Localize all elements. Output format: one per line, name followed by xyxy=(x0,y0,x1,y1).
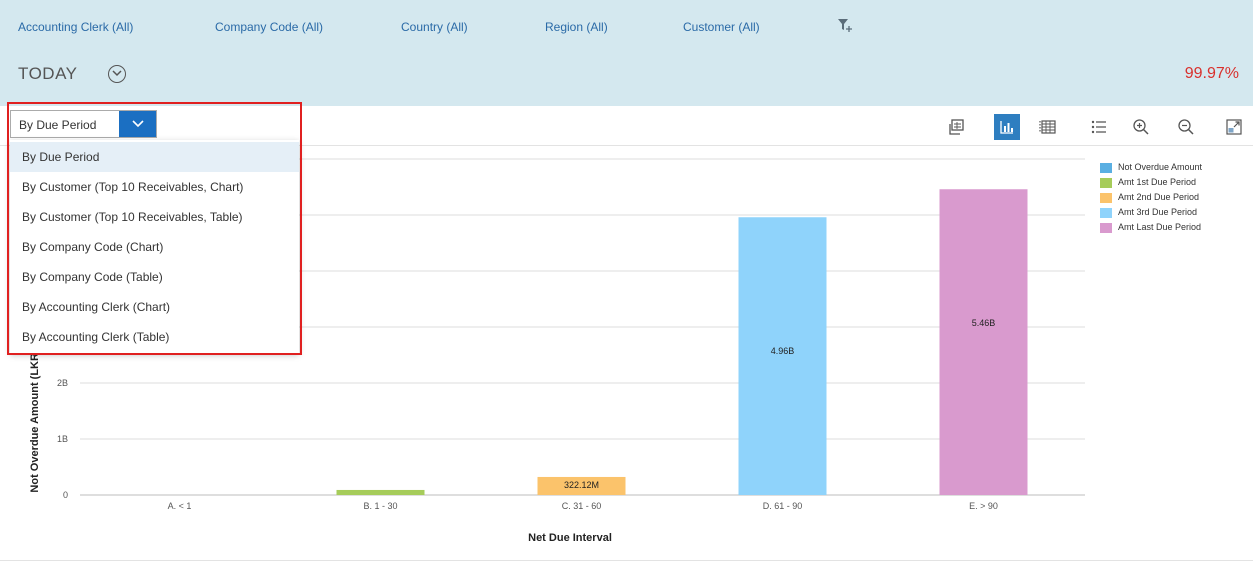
filter-bar: Accounting Clerk (All) Company Code (All… xyxy=(0,0,1253,56)
filter-customer[interactable]: Customer (All) xyxy=(683,20,760,34)
chart-view-icon[interactable] xyxy=(994,114,1020,140)
copy-chart-icon[interactable] xyxy=(943,114,969,140)
dropdown-option[interactable]: By Customer (Top 10 Receivables, Chart) xyxy=(10,172,299,202)
view-selector[interactable]: By Due Period xyxy=(10,110,157,138)
bar[interactable] xyxy=(939,189,1028,496)
add-filter-icon[interactable] xyxy=(837,17,853,33)
legend-label: Amt Last Due Period xyxy=(1118,222,1202,232)
filter-accounting-clerk[interactable]: Accounting Clerk (All) xyxy=(18,20,133,34)
filter-country[interactable]: Country (All) xyxy=(401,20,468,34)
x-tick-label: B. 1 - 30 xyxy=(363,501,397,511)
dropdown-option[interactable]: By Due Period xyxy=(10,142,299,172)
chevron-down-icon[interactable] xyxy=(108,65,126,83)
legend-swatch xyxy=(1100,208,1112,218)
filter-company-code[interactable]: Company Code (All) xyxy=(215,20,323,34)
kpi-value: 99.97% xyxy=(1184,65,1239,82)
legend-label: Amt 2nd Due Period xyxy=(1118,192,1200,202)
period-label: TODAY xyxy=(18,64,78,83)
view-selector-dropdown: By Due Period By Customer (Top 10 Receiva… xyxy=(10,140,299,353)
dropdown-option[interactable]: By Accounting Clerk (Chart) xyxy=(10,292,299,322)
x-tick-label: D. 61 - 90 xyxy=(763,501,803,511)
data-label: 4.96B xyxy=(771,346,795,356)
legend-label: Not Overdue Amount xyxy=(1118,162,1203,172)
dropdown-option[interactable]: By Customer (Top 10 Receivables, Table) xyxy=(10,202,299,232)
filter-region[interactable]: Region (All) xyxy=(545,20,608,34)
bar[interactable] xyxy=(336,489,425,495)
y-tick-label: 0 xyxy=(63,490,68,500)
y-axis-title: Not Overdue Amount (LKR) xyxy=(29,349,41,493)
zoom-in-icon[interactable] xyxy=(1128,114,1154,140)
data-label: 322.12M xyxy=(564,480,599,490)
view-selector-value: By Due Period xyxy=(19,118,97,132)
legend-label: Amt 3rd Due Period xyxy=(1118,207,1198,217)
dropdown-option[interactable]: By Company Code (Chart) xyxy=(10,232,299,262)
y-tick-label: 1B xyxy=(57,434,68,444)
legend-swatch xyxy=(1100,223,1112,233)
legend-swatch xyxy=(1100,163,1112,173)
legend-label: Amt 1st Due Period xyxy=(1118,177,1197,187)
x-axis-title: Net Due Interval xyxy=(528,532,612,544)
dropdown-option[interactable]: By Company Code (Table) xyxy=(10,262,299,292)
dropdown-option[interactable]: By Accounting Clerk (Table) xyxy=(10,322,299,352)
legend-toggle-icon[interactable] xyxy=(1086,114,1112,140)
y-tick-label: 2B xyxy=(57,378,68,388)
x-tick-label: E. > 90 xyxy=(969,501,998,511)
legend-swatch xyxy=(1100,193,1112,203)
zoom-out-icon[interactable] xyxy=(1173,114,1199,140)
x-tick-label: A. < 1 xyxy=(168,501,192,511)
table-view-icon[interactable] xyxy=(1035,114,1061,140)
fullscreen-icon[interactable] xyxy=(1221,114,1247,140)
data-label: 5.46B xyxy=(972,318,996,328)
legend-swatch xyxy=(1100,178,1112,188)
x-tick-label: C. 31 - 60 xyxy=(562,501,602,511)
filter-header: Accounting Clerk (All) Company Code (All… xyxy=(0,0,1253,106)
chevron-down-icon[interactable] xyxy=(119,111,156,137)
